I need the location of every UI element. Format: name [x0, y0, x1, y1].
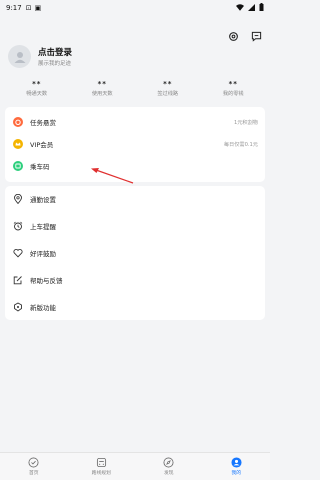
tab-label: 我的: [231, 471, 242, 476]
menu-item-hint: 1元积割物: [233, 119, 258, 126]
menu-item-vip[interactable]: VIP会员 每日仅需0.1元: [5, 133, 265, 155]
bottom-tab-bar: 首页 路线规划 发现 我的: [0, 452, 270, 480]
menu-item-label: VIP会员: [30, 141, 54, 149]
stats-row: ** 畅通天数 ** 使用天数 ** 签过线路 ** 我的零钱: [0, 80, 270, 97]
avatar[interactable]: [8, 45, 31, 68]
stat-label: 畅通天数: [26, 91, 48, 97]
settings-card: 通勤设置 上车提醒 好评鼓励 帮助与反馈 新版功能: [5, 186, 265, 320]
settings-icon[interactable]: [228, 27, 239, 46]
stat-label: 使用天数: [91, 91, 113, 97]
menu-item-label: 新版功能: [30, 303, 56, 312]
menu-item-label: 任务悬赏: [30, 119, 56, 127]
vip-icon: [12, 139, 23, 150]
task-icon: [12, 117, 23, 128]
services-card: 任务悬赏 1元积割物 VIP会员 每日仅需0.1元 乘车码: [5, 107, 265, 182]
menu-item-help-feedback[interactable]: 帮助与反馈: [5, 266, 265, 293]
compass-icon: [163, 457, 174, 468]
app-notification-icon: ⊡: [25, 4, 32, 12]
profile-header[interactable]: 点击登录 展示我的足迹: [8, 45, 72, 68]
battery-icon: [259, 3, 264, 13]
menu-item-commute-settings[interactable]: 通勤设置: [5, 186, 265, 213]
tab-home[interactable]: 首页: [0, 453, 68, 480]
stat-label: 签过线路: [157, 91, 179, 97]
message-icon[interactable]: [251, 27, 262, 46]
stat-item[interactable]: ** 使用天数: [72, 80, 132, 97]
top-actions: [228, 27, 262, 46]
tab-mine[interactable]: 我的: [203, 453, 271, 480]
menu-item-ride-code[interactable]: 乘车码: [5, 155, 265, 177]
tab-label: 首页: [28, 471, 39, 476]
menu-item-label: 帮助与反馈: [30, 276, 63, 285]
tab-label: 发现: [163, 471, 174, 476]
wifi-icon: [236, 3, 244, 13]
menu-item-label: 乘车码: [30, 163, 50, 171]
stat-value: **: [97, 80, 107, 88]
shield-icon: [12, 301, 23, 312]
menu-item-new-features[interactable]: 新版功能: [5, 293, 265, 320]
status-bar: 9:17 ⊡ ▣: [0, 0, 270, 16]
tab-label: 路线规划: [91, 471, 111, 476]
home-icon: [28, 457, 39, 468]
alarm-clock-icon: [12, 221, 23, 232]
menu-item-rate-app[interactable]: 好评鼓励: [5, 240, 265, 267]
bus-icon: [96, 457, 106, 468]
stat-item[interactable]: ** 畅通天数: [7, 80, 67, 97]
tab-route-planning[interactable]: 路线规划: [68, 453, 136, 480]
menu-item-label: 好评鼓励: [30, 249, 56, 258]
profile-subtitle: 展示我的足迹: [38, 61, 72, 67]
heart-icon: [12, 247, 23, 258]
menu-item-task-reward[interactable]: 任务悬赏 1元积割物: [5, 111, 265, 133]
login-prompt[interactable]: 点击登录: [38, 46, 72, 58]
location-pin-icon: [12, 194, 23, 205]
stat-label: 我的零钱: [222, 91, 244, 97]
stat-item[interactable]: ** 我的零钱: [203, 80, 263, 97]
user-avatar-icon: [14, 51, 25, 63]
tab-discover[interactable]: 发现: [135, 453, 203, 480]
status-time: 9:17: [6, 4, 22, 12]
menu-item-boarding-reminder[interactable]: 上车提醒: [5, 213, 265, 240]
stat-value: **: [163, 80, 173, 88]
ride-code-icon: [12, 161, 23, 172]
stat-item[interactable]: ** 签过线路: [138, 80, 198, 97]
sim-icon: ▣: [34, 4, 42, 12]
menu-item-label: 通勤设置: [30, 196, 56, 205]
stat-value: **: [32, 80, 42, 88]
menu-item-hint: 每日仅需0.1元: [223, 141, 258, 148]
menu-item-label: 上车提醒: [30, 223, 56, 232]
signal-icon: [248, 3, 255, 13]
edit-icon: [12, 274, 23, 285]
stat-value: **: [228, 80, 238, 88]
user-icon: [231, 457, 242, 468]
